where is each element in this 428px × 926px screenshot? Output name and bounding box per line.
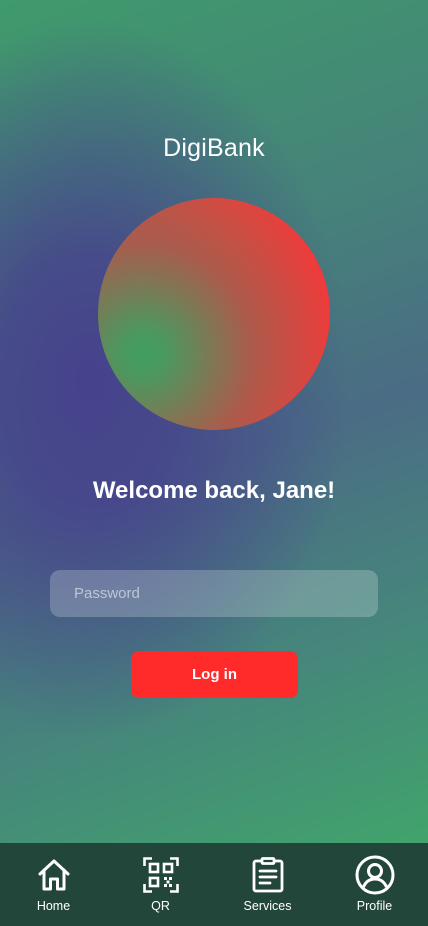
login-button[interactable]: Log in — [131, 651, 298, 698]
clipboard-icon — [248, 855, 288, 895]
avatar-orb — [98, 198, 330, 430]
tab-qr-label: QR — [151, 899, 170, 913]
tab-profile-label: Profile — [356, 899, 393, 913]
login-screen: DigiBank Welcome back, Jane! Log in Home — [0, 0, 428, 926]
qr-code-icon — [141, 855, 181, 895]
home-icon — [34, 855, 74, 895]
user-circle-icon — [355, 855, 395, 895]
tab-home[interactable]: Home — [0, 843, 107, 926]
tab-home-label: Home — [36, 899, 71, 913]
tab-services[interactable]: Services — [214, 843, 321, 926]
app-title: DigiBank — [163, 134, 265, 162]
welcome-message: Welcome back, Jane! — [92, 477, 336, 504]
tab-profile[interactable]: Profile — [321, 843, 428, 926]
password-input[interactable] — [50, 570, 378, 617]
tab-services-label: Services — [243, 899, 292, 913]
tab-qr[interactable]: QR — [107, 843, 214, 926]
bottom-tab-bar: Home QR Services Profile — [0, 843, 428, 926]
